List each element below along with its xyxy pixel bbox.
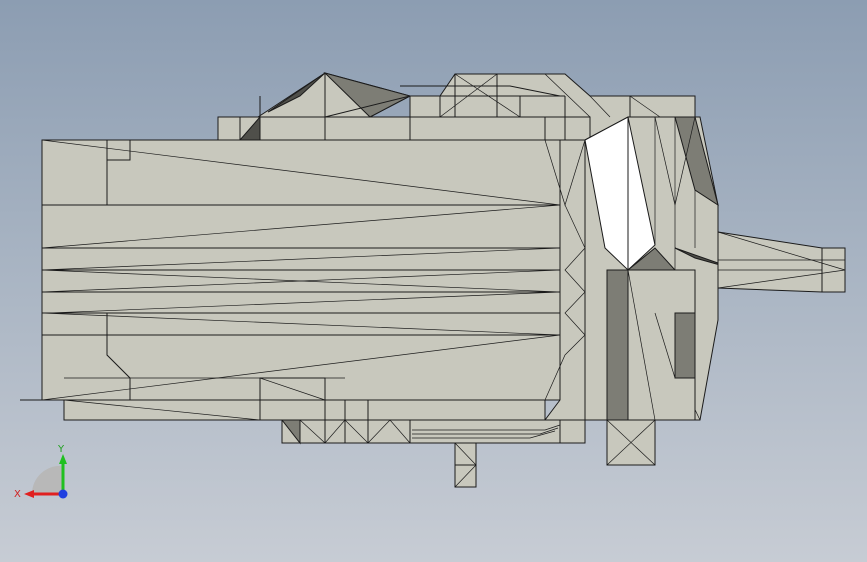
y-arrow-icon <box>59 454 67 464</box>
graphics-viewport[interactable]: Y X <box>0 0 867 562</box>
nozzle <box>717 231 846 293</box>
x-axis-label: X <box>14 489 21 500</box>
main-body <box>20 139 561 401</box>
y-axis-label: Y <box>57 444 65 455</box>
triad-plane-icon <box>31 465 62 494</box>
lower-bracket <box>606 269 696 466</box>
view-triad[interactable]: Y X <box>10 438 80 508</box>
z-axis-icon <box>58 489 68 499</box>
model-wireframe[interactable] <box>0 0 867 562</box>
top-bracket <box>217 72 412 141</box>
x-arrow-icon <box>24 490 34 498</box>
